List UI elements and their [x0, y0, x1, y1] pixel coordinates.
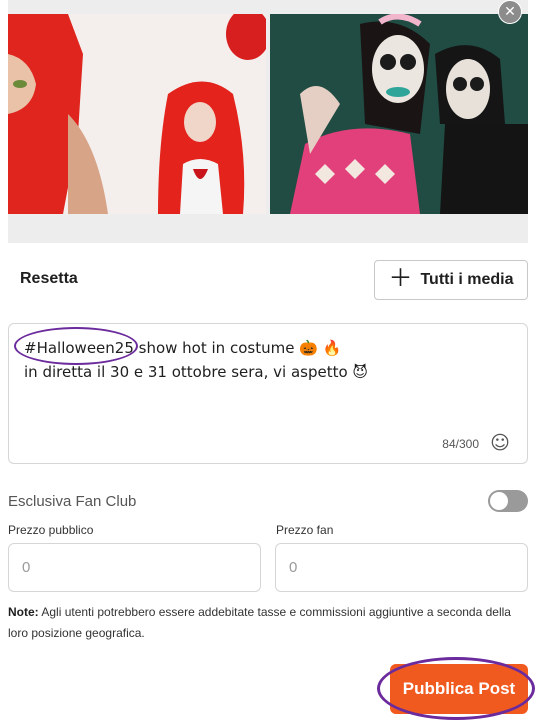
toggle-knob	[490, 492, 508, 510]
reset-button[interactable]: Resetta	[20, 270, 78, 288]
caption-textarea[interactable]: #Halloween25 show hot in costume 🎃 🔥 in …	[8, 323, 528, 464]
media-toolbar: Resetta ＋ Tutti i media	[8, 260, 528, 300]
fan-club-label: Esclusiva Fan Club	[8, 493, 137, 510]
red-wig-costume-photo	[8, 14, 266, 214]
fees-note: Note: Agli utenti potrebbero essere adde…	[8, 602, 528, 644]
character-counter: 84/300	[442, 437, 479, 451]
sugar-skull-couple-photo	[270, 14, 528, 214]
media-thumbnail-1[interactable]	[8, 14, 266, 214]
all-media-label: Tutti i media	[420, 271, 514, 288]
media-grid	[8, 14, 528, 214]
all-media-button[interactable]: ＋ Tutti i media	[374, 260, 528, 300]
hashtag-highlight-ring	[14, 327, 138, 365]
close-icon[interactable]: ✕	[498, 0, 522, 24]
media-thumbnail-2[interactable]	[270, 14, 528, 214]
note-prefix: Note:	[8, 605, 39, 619]
fan-price-input[interactable]	[275, 543, 528, 592]
fan-club-toggle[interactable]	[488, 490, 528, 512]
plus-icon: ＋	[388, 265, 413, 292]
media-preview-strip	[8, 0, 528, 243]
publish-post-button[interactable]: Pubblica Post	[390, 664, 528, 714]
note-text: Agli utenti potrebbero essere addebitate…	[8, 605, 511, 640]
smiley-icon[interactable]: ☺	[489, 432, 511, 454]
public-price-label: Prezzo pubblico	[8, 523, 94, 537]
fan-price-label: Prezzo fan	[276, 523, 334, 537]
public-price-input[interactable]	[8, 543, 261, 592]
fan-club-row: Esclusiva Fan Club	[8, 490, 528, 514]
